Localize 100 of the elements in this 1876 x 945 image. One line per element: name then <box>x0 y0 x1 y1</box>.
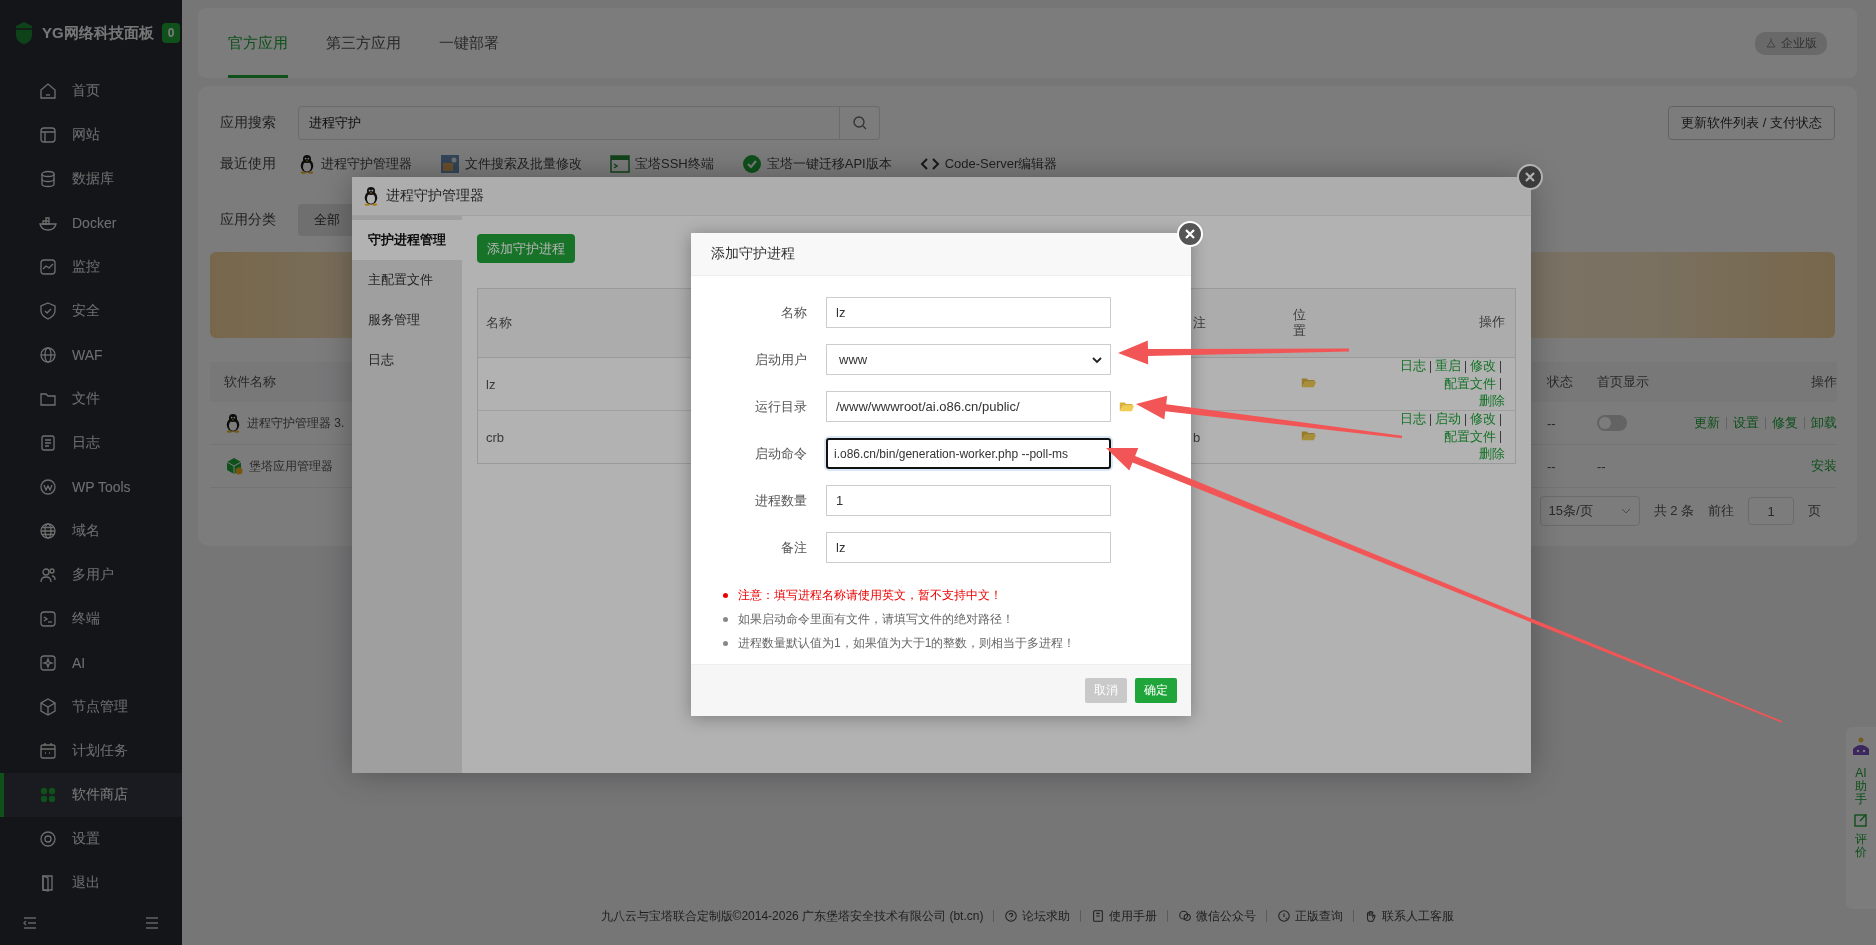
software-name: 进程守护管理器 3. <box>247 414 345 432</box>
book-icon <box>1091 909 1106 923</box>
page-size-select[interactable]: 15条/页 <box>1539 496 1640 526</box>
footer-link[interactable]: 联系人工客服 <box>1382 907 1455 925</box>
action-link[interactable]: 配置文件 <box>1444 429 1496 444</box>
input-field[interactable]: lz <box>826 297 1111 328</box>
column-header: 状态 <box>1547 374 1573 389</box>
input-field[interactable]: i.o86.cn/bin/generation-worker.php --poll-ms <box>826 438 1111 469</box>
nav-item[interactable]: 终端 <box>0 597 182 641</box>
nav-item[interactable]: 日志 <box>0 421 182 465</box>
action-link[interactable]: 修复 <box>1772 414 1798 432</box>
page-input[interactable]: 1 <box>1748 497 1794 525</box>
input-field[interactable]: lz <box>826 532 1111 563</box>
folder-icon[interactable] <box>1301 429 1317 443</box>
side-tab[interactable]: 守护进程管理 <box>352 220 462 260</box>
toggle-switch[interactable] <box>1597 415 1627 431</box>
footer-link[interactable]: 微信公众号 <box>1196 907 1257 925</box>
close-icon <box>1184 228 1196 240</box>
recent-app-link[interactable]: 进程守护管理器 <box>321 155 412 173</box>
chart-icon <box>38 257 58 277</box>
close-icon <box>1524 171 1536 183</box>
action-link[interactable]: 安装 <box>1811 457 1837 475</box>
database-icon <box>38 169 58 189</box>
hint-note: 如果启动命令里面有文件，请填写文件的绝对路径！ <box>738 611 1014 628</box>
folder-icon[interactable] <box>1119 400 1135 413</box>
action-link[interactable]: 修改 <box>1470 359 1496 373</box>
nav-item[interactable]: 安全 <box>0 289 182 333</box>
add-process-button[interactable]: 添加守护进程 <box>477 234 575 263</box>
round-logo-icon <box>741 154 762 174</box>
action-link[interactable]: 配置文件 <box>1444 376 1496 391</box>
nav-item[interactable]: 文件 <box>0 377 182 421</box>
nav-item[interactable]: 计划任务 <box>0 729 182 773</box>
edit-icon[interactable] <box>1854 812 1868 827</box>
nav-item[interactable]: 退出 <box>0 861 182 905</box>
action-link[interactable]: 删除 <box>1479 447 1505 461</box>
field-label: 启动命令 <box>754 444 807 463</box>
recent-app-link[interactable]: 文件搜索及批量修改 <box>465 155 582 173</box>
nav-item[interactable]: 网站 <box>0 113 182 157</box>
footer-link[interactable]: 论坛求助 <box>1022 907 1071 925</box>
nav-item[interactable]: 多用户 <box>0 553 182 597</box>
action-link[interactable]: 更新 <box>1694 414 1720 432</box>
nav-item[interactable]: Docker <box>0 201 182 245</box>
chevron-down-icon <box>1620 506 1631 516</box>
folder-icon[interactable] <box>1301 376 1317 390</box>
total-count: 共 2 条 <box>1653 502 1694 520</box>
recent-app-link[interactable]: 宝塔SSH终端 <box>635 155 714 173</box>
action-link[interactable]: 删除 <box>1479 394 1505 408</box>
software-name: 堡塔应用管理器 <box>249 457 333 475</box>
nav-item[interactable]: AI <box>0 641 182 685</box>
package-icon <box>224 456 244 476</box>
nav-item[interactable]: 域名 <box>0 509 182 553</box>
input-field[interactable]: 1 <box>826 485 1111 516</box>
nav-item[interactable]: WP Tools <box>0 465 182 509</box>
field-label: 备注 <box>780 538 807 557</box>
action-link[interactable]: 重启 <box>1435 359 1461 373</box>
field-label: 进程数量 <box>754 491 807 510</box>
house-icon <box>38 81 58 101</box>
globe-icon <box>38 345 58 365</box>
process-name: lz <box>485 376 497 392</box>
nav-item[interactable]: 设置 <box>0 817 182 861</box>
nav-item[interactable]: 监控 <box>0 245 182 289</box>
confirm-button[interactable]: 确定 <box>1135 678 1177 703</box>
tab[interactable]: 官方应用 <box>228 8 288 78</box>
action-link[interactable]: 日志 <box>1400 359 1426 373</box>
action-link[interactable]: 日志 <box>1400 412 1426 426</box>
chevron-down-icon <box>1092 354 1102 365</box>
cube-icon <box>38 697 58 717</box>
recent-app-link[interactable]: Code-Server编辑器 <box>944 155 1058 173</box>
action-link[interactable]: 卸载 <box>1811 414 1837 432</box>
hint-note: 进程数量默认值为1，如果值为大于1的整数，则相当于多进程！ <box>738 635 1076 652</box>
search-field[interactable]: 进程守护 <box>298 106 840 140</box>
shield-logo-icon <box>14 21 34 45</box>
column-header: 操作 <box>1478 314 1506 332</box>
ai-assistant-link[interactable]: AI助手 <box>1853 767 1869 807</box>
tab[interactable]: 一键部署 <box>439 8 499 78</box>
path-field[interactable]: /www/wwwroot/ai.o86.cn/public/ <box>826 391 1111 422</box>
nav-item[interactable]: WAF <box>0 333 182 377</box>
warning-note: 注意：填写进程名称请使用英文，暂不支持中文！ <box>738 587 1002 604</box>
refresh-button[interactable]: 更新软件列表 / 支付状态 <box>1668 106 1835 140</box>
action-link[interactable]: 启动 <box>1435 412 1461 426</box>
collapse-icon[interactable] <box>22 915 38 931</box>
action-link[interactable]: 修改 <box>1470 412 1496 426</box>
nav-item[interactable]: 数据库 <box>0 157 182 201</box>
home-display-cell: -- <box>1597 458 1606 474</box>
table-cell: b <box>1193 429 1201 445</box>
review-link[interactable]: 评价 <box>1853 832 1869 859</box>
footer-link[interactable]: 正版查询 <box>1295 907 1344 925</box>
search-button[interactable] <box>840 106 880 140</box>
tab[interactable]: 第三方应用 <box>326 8 401 78</box>
recent-label: 最近使用 <box>220 155 277 173</box>
help-icon <box>1004 909 1019 923</box>
user-select[interactable]: www <box>826 344 1111 375</box>
footer-link[interactable]: 使用手册 <box>1109 907 1158 925</box>
nav-item[interactable]: 节点管理 <box>0 685 182 729</box>
nav-item[interactable]: 首页 <box>0 69 182 113</box>
menu-icon[interactable] <box>144 915 160 931</box>
gear-icon <box>38 829 58 849</box>
nav-item[interactable]: 软件商店 <box>0 773 182 817</box>
column-header: 名称 <box>485 314 513 332</box>
action-link[interactable]: 设置 <box>1733 414 1759 432</box>
